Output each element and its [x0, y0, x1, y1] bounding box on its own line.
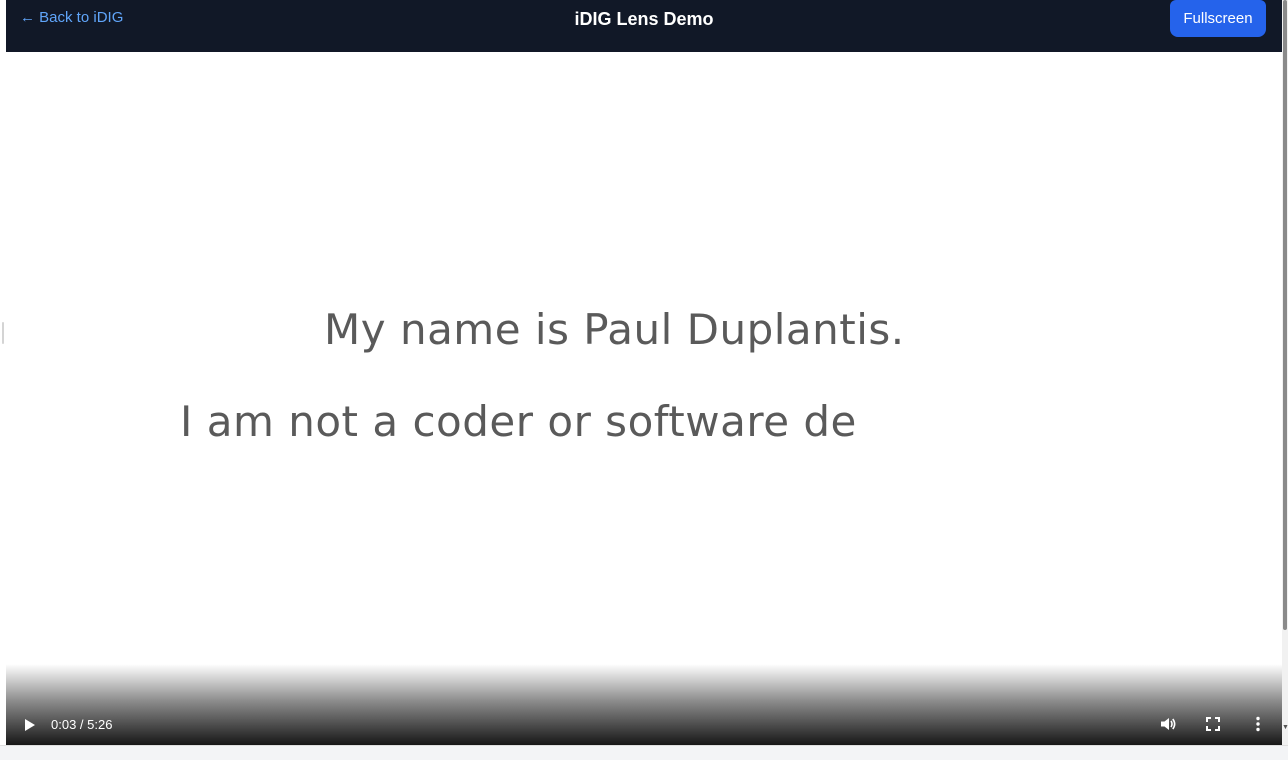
video-text-line-1: My name is Paul Duplantis.	[324, 305, 905, 354]
video-player[interactable]: My name is Paul Duplantis. I am not a co…	[6, 52, 1282, 746]
bottom-strip	[0, 745, 1288, 760]
time-display: 0:03 / 5:26	[51, 717, 113, 732]
fullscreen-button[interactable]: Fullscreen	[1170, 0, 1266, 37]
resize-handle[interactable]	[2, 322, 4, 344]
video-controls: 0:03 / 5:26	[6, 664, 1282, 746]
scrollbar[interactable]: ▼	[1282, 0, 1288, 746]
play-icon[interactable]	[20, 716, 38, 734]
video-text-line-2: I am not a coder or software de	[180, 397, 857, 446]
more-vert-icon[interactable]	[1248, 714, 1268, 734]
page-title: iDIG Lens Demo	[574, 9, 714, 29]
top-bar: ← Back to iDIG iDIG Lens Demo Fullscreen	[6, 0, 1282, 52]
volume-icon[interactable]	[1158, 714, 1178, 734]
page: ← Back to iDIG iDIG Lens Demo Fullscreen…	[0, 0, 1288, 760]
scroll-down-arrow-icon[interactable]: ▼	[1282, 724, 1288, 732]
fullscreen-icon[interactable]	[1203, 714, 1223, 734]
scroll-thumb[interactable]	[1283, 0, 1287, 630]
